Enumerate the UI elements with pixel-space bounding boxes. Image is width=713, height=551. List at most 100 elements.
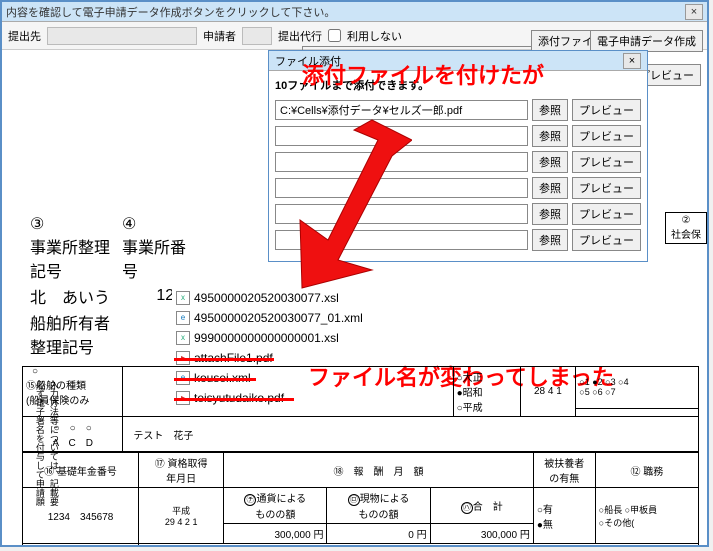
r6[interactable]: 6: [598, 387, 603, 397]
preview-button-4[interactable]: プレビュー: [572, 177, 641, 199]
a[interactable]: A: [52, 438, 58, 449]
browse-button-1[interactable]: 参照: [532, 99, 568, 121]
applicant-field[interactable]: [242, 27, 272, 45]
d1: 1: [556, 386, 562, 397]
proxy-label: 提出代行: [278, 28, 322, 44]
mono2: ものの額: [359, 510, 399, 521]
preview-button-5[interactable]: プレビュー: [572, 203, 641, 225]
ari[interactable]: 有: [543, 505, 553, 516]
list-item: x 9990000000000000001.xsl: [176, 328, 363, 348]
era-taisho[interactable]: ○大正: [457, 373, 483, 384]
r7[interactable]: 7: [611, 387, 616, 397]
list-item: e 4950000020520030077_01.xml: [176, 308, 363, 328]
file-name[interactable]: 9990000000000000001.xsl: [194, 331, 339, 345]
yen2: 円: [417, 530, 427, 541]
kita: 北: [30, 290, 46, 307]
goods: 現物による: [360, 494, 410, 505]
n18: ⑱: [334, 467, 344, 478]
submit-to-label: 提出先: [8, 28, 41, 44]
amt1: 300,000: [275, 530, 311, 541]
pension-label: 基礎年金番号: [57, 467, 117, 478]
crew-ins-label: (船員保険のみ: [26, 396, 89, 407]
y28: 28: [534, 386, 545, 397]
list-item: x 4950000020520030077.xsl: [176, 288, 363, 308]
close-icon[interactable]: ×: [685, 4, 703, 20]
titlebar: 内容を確認して電子申請データ作成ボタンをクリックして下さい。 ×: [2, 2, 707, 22]
monthly: 報 酬 月 額: [354, 467, 424, 478]
preview-button-2[interactable]: プレビュー: [572, 125, 641, 147]
office-table: ③事業所整理記号 ④事業所番号 北 あいう 1230 船舶所有者整理記号: [28, 212, 194, 360]
duty: 職務: [643, 467, 663, 478]
preview-button-6[interactable]: プレビュー: [572, 229, 641, 251]
m4: 4: [548, 386, 554, 397]
r2[interactable]: 2: [598, 377, 603, 387]
social-label: 社会保: [671, 230, 701, 241]
preview-button-3[interactable]: プレビュー: [572, 151, 641, 173]
y29: 29: [165, 517, 175, 527]
browse-button-2[interactable]: 参照: [532, 125, 568, 147]
dd: 1: [192, 517, 197, 527]
c[interactable]: C: [69, 438, 76, 449]
browse-button-5[interactable]: 参照: [532, 203, 568, 225]
cash: 通貨による: [256, 494, 306, 505]
attach-path-4[interactable]: [275, 178, 528, 198]
browse-button-6[interactable]: 参照: [532, 229, 568, 251]
deck[interactable]: 甲板員: [630, 505, 657, 515]
amt0: 0: [408, 530, 414, 541]
ymd: 年月日: [166, 474, 196, 485]
era-heisei[interactable]: ○平成: [457, 403, 483, 414]
d[interactable]: D: [86, 438, 93, 449]
pdf-icon: ▸: [176, 351, 190, 365]
captain[interactable]: 船長: [604, 505, 622, 515]
test-name: テスト 花子: [123, 417, 699, 452]
xsl-icon: x: [176, 291, 190, 305]
n3: ③: [30, 216, 44, 233]
dialog-title: ファイル添付: [275, 53, 341, 69]
heisei: 平成: [172, 506, 190, 516]
aiu: あいう: [62, 290, 110, 307]
yen1: 円: [313, 530, 323, 541]
file-name[interactable]: 4950000020520030077.xsl: [194, 291, 339, 305]
attach-path-1[interactable]: [275, 100, 528, 120]
xml-icon: e: [176, 311, 190, 325]
n2: ②: [682, 215, 691, 226]
mono1: ものの額: [255, 510, 295, 521]
deparu: の有無: [549, 474, 579, 485]
n17: ⑰: [155, 459, 165, 470]
preview-button-1[interactable]: プレビュー: [572, 99, 641, 121]
pension-table: ⑯ 基礎年金番号 ⑰ 資格取得年月日 ⑱ 報 酬 月 額 被扶養者の有無 ⑫ 職…: [22, 452, 699, 545]
attach-path-5[interactable]: [275, 204, 528, 224]
list-item: ▸ attachFile1.pdf: [176, 348, 363, 368]
file-name[interactable]: 4950000020520030077_01.xml: [194, 311, 363, 325]
n15: ⑮: [26, 381, 36, 392]
dep: 被扶養者: [544, 459, 584, 470]
create-data-button[interactable]: 電子申請データ作成: [590, 30, 703, 52]
submit-to-field[interactable]: [47, 27, 197, 45]
m: 4: [177, 517, 182, 527]
proxy-checkbox[interactable]: [328, 29, 341, 42]
other[interactable]: その他(: [604, 518, 634, 528]
attach-path-6[interactable]: [275, 230, 528, 250]
dialog-close-icon[interactable]: ×: [623, 53, 641, 69]
browse-button-4[interactable]: 参照: [532, 177, 568, 199]
r4[interactable]: 4: [624, 377, 629, 387]
xsl-icon: x: [176, 331, 190, 345]
n16: ⑯: [44, 467, 54, 478]
r5[interactable]: 5: [585, 387, 590, 397]
attach-path-2[interactable]: [275, 126, 528, 146]
d: 2: [185, 517, 190, 527]
acq-date: 資格取得: [168, 459, 208, 470]
era-showa[interactable]: ●昭和: [457, 388, 483, 399]
reg-no-label: 整理記号: [30, 340, 94, 357]
ship-owner-label: 船舶所有者: [30, 316, 110, 333]
r3[interactable]: 3: [611, 377, 616, 387]
ship-type-table: ⑮船舶の種類(船員保険のみ ○大正 ●昭和 ○平成 28 4 1 ○1 ●2 ○…: [22, 366, 699, 452]
r1[interactable]: 1: [585, 377, 590, 387]
office-reg-label: 事業所整理記号: [30, 240, 110, 281]
file-name[interactable]: attachFile1.pdf: [194, 351, 273, 365]
n4: ④: [122, 216, 136, 233]
yen3: 円: [520, 530, 530, 541]
nashi[interactable]: 無: [543, 520, 553, 531]
browse-button-3[interactable]: 参照: [532, 151, 568, 173]
attach-path-3[interactable]: [275, 152, 528, 172]
